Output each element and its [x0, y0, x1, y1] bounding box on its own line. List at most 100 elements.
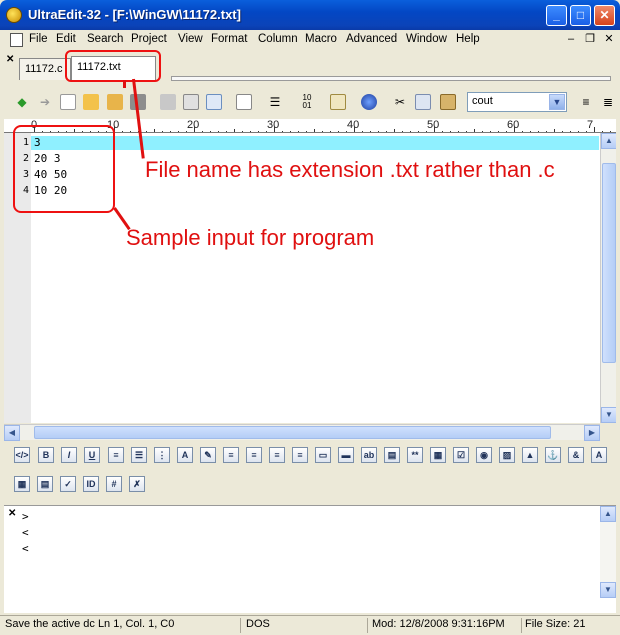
text-field-icon[interactable]: ab: [361, 447, 377, 463]
menu-format[interactable]: Format: [211, 33, 247, 45]
menu-search[interactable]: Search: [87, 33, 123, 45]
scroll-up-icon[interactable]: ▲: [600, 506, 616, 522]
status-bar: Save the active dc Ln 1, Col. 1, C0 DOS …: [0, 615, 620, 635]
html-tag-icon[interactable]: </>: [14, 447, 30, 463]
status-help-text: Save the active dc Ln 1, Col. 1, C0: [5, 618, 175, 630]
window-title: UltraEdit-32 - [F:\WinGW\11172.txt]: [28, 7, 241, 22]
align-left-icon[interactable]: ≡: [578, 94, 594, 110]
align-center-html-icon[interactable]: ≡: [246, 447, 262, 463]
bold-icon[interactable]: B: [38, 447, 54, 463]
numbered-list-icon[interactable]: ⋮: [154, 447, 170, 463]
id-attribute-icon[interactable]: ID: [83, 476, 99, 492]
find-combo-box[interactable]: cout ▼: [467, 92, 567, 112]
new-file-icon[interactable]: [60, 94, 76, 110]
maximize-button[interactable]: □: [570, 5, 591, 26]
close-folder-icon[interactable]: [107, 94, 123, 110]
checkbox-icon[interactable]: ☑: [453, 447, 469, 463]
word-wrap-icon[interactable]: ☰: [267, 94, 283, 110]
html-tidy-icon[interactable]: ✗: [129, 476, 145, 492]
copy-icon[interactable]: [415, 94, 431, 110]
sample-input-annotation: Sample input for program: [126, 225, 375, 250]
menu-column[interactable]: Column: [258, 33, 298, 45]
underline-icon[interactable]: U: [84, 447, 100, 463]
image-icon[interactable]: ▲: [522, 447, 538, 463]
open-folder-icon[interactable]: [83, 94, 99, 110]
scroll-left-icon[interactable]: ◀: [4, 425, 20, 441]
validate-icon[interactable]: ✓: [60, 476, 76, 492]
output-window[interactable]: ✕ > < < ▲ ▼: [4, 505, 616, 613]
mdi-minimize-icon[interactable]: –: [564, 32, 578, 46]
forward-arrow-icon[interactable]: ➔: [37, 94, 53, 110]
spell-check-icon[interactable]: [206, 94, 222, 110]
cut-scissors-icon[interactable]: ✂: [392, 94, 408, 110]
horizontal-rule-icon[interactable]: ▬: [338, 447, 354, 463]
editor-horizontal-scrollbar[interactable]: ◀ ▶: [4, 424, 600, 441]
output-close-icon[interactable]: ✕: [8, 508, 16, 519]
menu-edit[interactable]: Edit: [56, 33, 76, 45]
table-icon[interactable]: ▦: [14, 476, 30, 492]
menu-view[interactable]: View: [178, 33, 203, 45]
web-browser-icon[interactable]: [361, 94, 377, 110]
align-justify-icon[interactable]: ≣: [600, 94, 616, 110]
html-toolbar-1: </> B I U ≡ ☰ ⋮ A ✎ ≡ ≡ ≡ ≡ ▭ ▬ ab ▤ ** …: [0, 443, 620, 469]
document-properties-icon[interactable]: [236, 94, 252, 110]
tab-strip-track: [171, 76, 611, 81]
status-separator: [240, 618, 241, 633]
list-lines-icon[interactable]: [330, 94, 346, 110]
close-button[interactable]: ✕: [594, 5, 615, 26]
hex-mode-icon[interactable]: 10 01: [299, 94, 315, 110]
scroll-right-icon[interactable]: ▶: [584, 425, 600, 441]
back-arrow-icon[interactable]: ◆: [14, 94, 30, 110]
anchor-icon[interactable]: ⚓: [545, 447, 561, 463]
print-icon[interactable]: [160, 94, 176, 110]
horizontal-scroll-thumb[interactable]: [34, 426, 551, 439]
output-vertical-scrollbar[interactable]: ▲ ▼: [600, 506, 616, 598]
mdi-close-icon[interactable]: ✕: [602, 32, 616, 46]
indent-list-icon[interactable]: ≡: [108, 447, 124, 463]
mdi-restore-icon[interactable]: ❐: [583, 32, 597, 46]
highlight-icon[interactable]: ✎: [200, 447, 216, 463]
menu-file[interactable]: File: [29, 33, 48, 45]
image-map-icon[interactable]: ▦: [430, 447, 446, 463]
entity-icon[interactable]: A: [591, 447, 607, 463]
active-line-highlight: [31, 136, 599, 150]
align-right-html-icon[interactable]: ≡: [269, 447, 285, 463]
annotation-leader-line: [123, 80, 126, 88]
document-icon[interactable]: [10, 33, 23, 47]
radio-button-icon[interactable]: ◉: [476, 447, 492, 463]
print-preview-icon[interactable]: [183, 94, 199, 110]
menu-help[interactable]: Help: [456, 33, 480, 45]
minimize-button[interactable]: _: [546, 5, 567, 26]
form-icon[interactable]: ▭: [315, 447, 331, 463]
chevron-down-icon[interactable]: ▼: [549, 94, 565, 110]
tab-close-icon[interactable]: ✕: [6, 54, 14, 65]
italic-icon[interactable]: I: [61, 447, 77, 463]
color-code-icon[interactable]: #: [106, 476, 122, 492]
vertical-scroll-thumb[interactable]: [602, 163, 616, 363]
ultraedit-app-icon[interactable]: [6, 7, 22, 23]
output-line: <: [22, 526, 29, 539]
editor-vertical-scrollbar[interactable]: ▲ ▼: [600, 133, 616, 423]
bullet-list-icon[interactable]: ☰: [131, 447, 147, 463]
menu-advanced[interactable]: Advanced: [346, 33, 397, 45]
special-char-icon[interactable]: &: [568, 447, 584, 463]
tab-11172-c[interactable]: 11172.c: [19, 58, 71, 80]
status-line-ending: DOS: [246, 618, 270, 630]
paste-icon[interactable]: [440, 94, 456, 110]
scroll-down-icon[interactable]: ▼: [600, 582, 616, 598]
scroll-down-icon[interactable]: ▼: [601, 407, 616, 423]
title-bar[interactable]: UltraEdit-32 - [F:\WinGW\11172.txt] _ □ …: [0, 0, 620, 30]
status-file-size: File Size: 21: [525, 618, 586, 630]
scroll-up-icon[interactable]: ▲: [601, 133, 616, 149]
font-color-icon[interactable]: A: [177, 447, 193, 463]
password-field-icon[interactable]: **: [407, 447, 423, 463]
picture-icon[interactable]: ▨: [499, 447, 515, 463]
output-line: >: [22, 510, 29, 523]
menu-macro[interactable]: Macro: [305, 33, 337, 45]
table-rows-icon[interactable]: ▤: [37, 476, 53, 492]
paragraph-icon[interactable]: ≡: [292, 447, 308, 463]
menu-window[interactable]: Window: [406, 33, 447, 45]
text-area-icon[interactable]: ▤: [384, 447, 400, 463]
align-left-html-icon[interactable]: ≡: [223, 447, 239, 463]
menu-project[interactable]: Project: [131, 33, 167, 45]
